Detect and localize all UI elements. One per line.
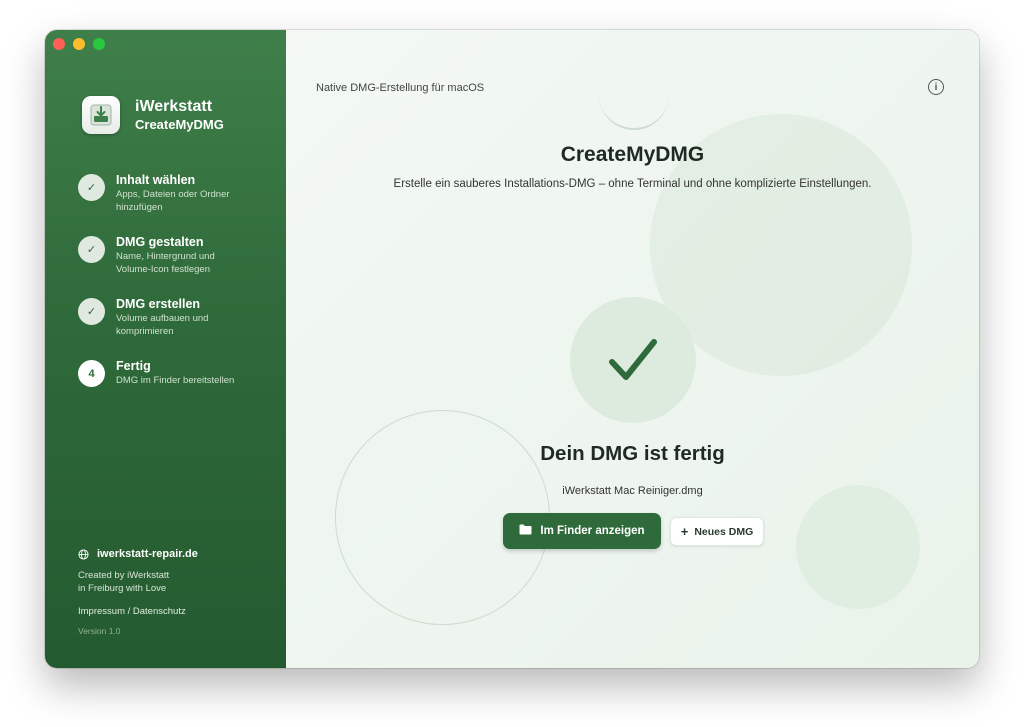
- brand-product: CreateMyDMG: [135, 117, 224, 132]
- sidebar-footer: iwerkstatt-repair.de Created by iWerksta…: [78, 548, 198, 636]
- step-check-icon: ✓: [78, 298, 105, 325]
- brand: iWerkstatt CreateMyDMG: [82, 96, 224, 134]
- step-list: ✓ Inhalt wählen Apps, Dateien oder Ordne…: [78, 173, 278, 421]
- header-subtitle: Native DMG-Erstellung für macOS: [316, 82, 485, 94]
- zoom-window-button[interactable]: [93, 38, 105, 50]
- app-icon: [82, 96, 120, 134]
- step-finished[interactable]: 4 Fertig DMG im Finder bereitstellen: [78, 359, 278, 421]
- page-title: CreateMyDMG: [560, 143, 705, 166]
- minimize-window-button[interactable]: [73, 38, 85, 50]
- credit-line: in Freiburg with Love: [78, 582, 167, 594]
- brand-name: iWerkstatt: [135, 98, 213, 115]
- step-content-select[interactable]: ✓ Inhalt wählen Apps, Dateien oder Ordne…: [78, 173, 278, 235]
- page-tagline: Erstelle ein sauberes Installations-DMG …: [393, 178, 872, 190]
- output-filename: iWerkstatt Mac Reiniger.dmg: [562, 485, 703, 497]
- new-dmg-button[interactable]: + Neues DMG: [670, 517, 764, 546]
- step-number-badge: 4: [78, 360, 105, 387]
- new-dmg-label: Neues DMG: [694, 525, 754, 538]
- show-in-finder-label: Im Finder anzeigen: [540, 525, 645, 537]
- step-description: DMG im Finder bereitstellen: [116, 375, 235, 386]
- step-title: Fertig: [116, 359, 151, 373]
- close-window-button[interactable]: [53, 38, 65, 50]
- step-design-dmg[interactable]: ✓ DMG gestalten Name, Hintergrund und Vo…: [78, 235, 278, 297]
- folder-icon: [519, 524, 532, 538]
- step-create-dmg[interactable]: ✓ DMG erstellen Volume aufbauen und komp…: [78, 297, 278, 359]
- sidebar: iWerkstatt CreateMyDMG ✓ Inhalt wählen A…: [45, 30, 286, 668]
- step-check-icon: ✓: [78, 174, 105, 201]
- step-title: Inhalt wählen: [116, 173, 196, 187]
- step-title: DMG gestalten: [116, 235, 204, 249]
- decorative-arc: [599, 90, 669, 130]
- credits: Created by iWerkstatt in Freiburg with L…: [78, 570, 198, 595]
- version-label: Version 1.0: [78, 626, 121, 636]
- legal-links[interactable]: Impressum / Datenschutz: [78, 606, 198, 617]
- main-content: Native DMG-Erstellung für macOS i Create…: [286, 30, 979, 668]
- app-window: iWerkstatt CreateMyDMG ✓ Inhalt wählen A…: [45, 30, 979, 668]
- completion-title: Dein DMG ist fertig: [540, 442, 725, 465]
- info-icon[interactable]: i: [928, 79, 944, 95]
- step-title: DMG erstellen: [116, 297, 201, 311]
- show-in-finder-button[interactable]: Im Finder anzeigen: [503, 513, 661, 549]
- step-description: Name, Hintergrund und Volume-Icon festle…: [116, 251, 215, 275]
- decorative-circle: [796, 485, 920, 609]
- step-check-icon: ✓: [78, 236, 105, 263]
- globe-icon: [78, 548, 89, 560]
- website-link[interactable]: iwerkstatt-repair.de: [78, 548, 198, 560]
- success-checkmark-icon: [570, 297, 696, 423]
- plus-icon: +: [680, 524, 689, 539]
- step-description: Apps, Dateien oder Ordner hinzufügen: [116, 189, 230, 213]
- credit-line: Created by iWerkstatt: [78, 570, 170, 581]
- window-controls: [53, 38, 105, 50]
- website-link-label: iwerkstatt-repair.de: [97, 548, 198, 560]
- step-description: Volume aufbauen und komprimieren: [116, 313, 209, 337]
